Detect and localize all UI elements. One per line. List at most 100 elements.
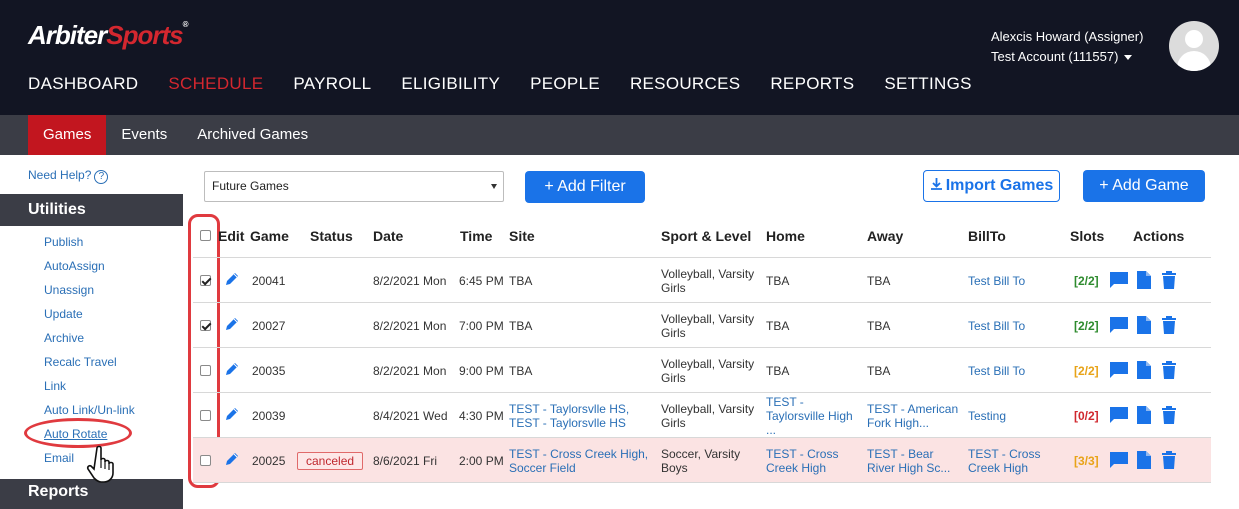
games-filter-select[interactable]: Future Games <box>204 171 504 202</box>
slots-count[interactable]: [2/2] <box>1074 319 1099 333</box>
archive-link[interactable]: Archive <box>44 330 135 354</box>
col-site[interactable]: Site <box>509 228 535 244</box>
comment-icon[interactable] <box>1108 360 1130 385</box>
nav-settings[interactable]: SETTINGS <box>884 74 971 94</box>
col-time[interactable]: Time <box>460 228 492 244</box>
sub-nav: Games Events Archived Games <box>0 115 1239 155</box>
billto-link[interactable]: Test Bill To <box>968 319 1025 333</box>
hand-cursor-icon <box>86 445 114 483</box>
row-checkbox[interactable] <box>200 275 211 286</box>
col-edit: Edit <box>218 228 245 244</box>
game-time: 7:00 PM <box>459 319 504 333</box>
comment-icon[interactable] <box>1108 270 1130 295</box>
edit-pencil-icon[interactable] <box>224 271 240 292</box>
avatar[interactable] <box>1169 21 1219 71</box>
col-slots[interactable]: Slots <box>1070 228 1104 244</box>
col-actions: Actions <box>1133 228 1185 244</box>
help-icon[interactable]: ? <box>94 170 109 184</box>
document-icon[interactable] <box>1136 315 1152 340</box>
document-icon[interactable] <box>1136 405 1152 430</box>
tab-archived-games[interactable]: Archived Games <box>182 115 323 155</box>
billto-link[interactable]: Test Bill To <box>968 274 1025 288</box>
recalc-travel-link[interactable]: Recalc Travel <box>44 354 135 378</box>
billto-link[interactable]: Testing <box>968 409 1006 423</box>
nav-reports[interactable]: REPORTS <box>770 74 854 94</box>
caret-down-icon[interactable] <box>1124 55 1133 61</box>
game-number: 20039 <box>252 409 286 423</box>
arbiter-logo[interactable]: ArbiterSports® <box>28 20 188 51</box>
comment-icon[interactable] <box>1108 450 1130 475</box>
trash-icon[interactable] <box>1161 315 1177 340</box>
col-sport-level[interactable]: Sport & Level <box>661 228 751 244</box>
need-help-link[interactable]: Need Help?? <box>28 168 109 184</box>
slots-count[interactable]: [2/2] <box>1074 274 1099 288</box>
col-game[interactable]: Game <box>250 228 289 244</box>
add-filter-button[interactable]: + Add Filter <box>525 171 645 203</box>
slots-count[interactable]: [3/3] <box>1074 454 1099 468</box>
edit-pencil-icon[interactable] <box>224 451 240 472</box>
tab-games[interactable]: Games <box>28 115 107 155</box>
link-link[interactable]: Link <box>44 378 135 402</box>
trash-icon[interactable] <box>1161 450 1177 475</box>
table-row: 20039 8/4/2021 Wed 4:30 PM TEST - Taylorsvl… <box>193 393 1211 438</box>
trash-icon[interactable] <box>1161 360 1177 385</box>
trash-icon[interactable] <box>1161 270 1177 295</box>
import-games-button[interactable]: Import Games <box>923 170 1060 202</box>
user-account: Test Account (111557) <box>991 49 1119 64</box>
update-link[interactable]: Update <box>44 306 135 330</box>
slots-count[interactable]: [0/2] <box>1074 409 1099 423</box>
edit-pencil-icon[interactable] <box>224 361 240 382</box>
edit-pencil-icon[interactable] <box>224 406 240 427</box>
publish-link[interactable]: Publish <box>44 234 135 258</box>
document-icon[interactable] <box>1136 270 1152 295</box>
game-site[interactable]: TEST - Taylorsvlle HS, TEST - Taylorsvlle… <box>509 402 629 430</box>
status-badge: canceled <box>297 452 364 470</box>
sport-level: Volleyball, Varsity Girls <box>661 267 755 295</box>
slots-count[interactable]: [2/2] <box>1074 364 1099 378</box>
nav-dashboard[interactable]: DASHBOARD <box>28 74 138 94</box>
game-time: 6:45 PM <box>459 274 504 288</box>
comment-icon[interactable] <box>1108 315 1130 340</box>
away-team: TBA <box>867 319 891 333</box>
row-checkbox[interactable] <box>200 365 211 376</box>
billto-link[interactable]: Test Bill To <box>968 364 1025 378</box>
row-checkbox[interactable] <box>200 455 211 466</box>
edit-pencil-icon[interactable] <box>224 316 240 337</box>
col-home[interactable]: Home <box>766 228 805 244</box>
sport-level: Volleyball, Varsity Girls <box>661 357 755 385</box>
home-team[interactable]: TEST - Taylorsville High... <box>766 395 853 437</box>
table-row: 20035 8/2/2021 Mon 9:00 PM TBA Volleyball, V… <box>193 348 1211 393</box>
sport-level: Soccer, Varsity Boys <box>661 447 741 475</box>
col-status[interactable]: Status <box>310 228 353 244</box>
col-billto[interactable]: BillTo <box>968 228 1006 244</box>
away-team[interactable]: TEST - American Fork High... <box>867 402 958 430</box>
billto-link[interactable]: TEST - Cross Creek High <box>968 447 1040 475</box>
game-number: 20041 <box>252 274 286 288</box>
user-menu[interactable]: Alexcis Howard (Assigner) Test Account (… <box>991 27 1143 67</box>
utilities-heading: Utilities <box>0 194 183 226</box>
away-team[interactable]: TEST - Bear River High Sc... <box>867 447 950 475</box>
document-icon[interactable] <box>1136 360 1152 385</box>
add-game-button[interactable]: + Add Game <box>1083 170 1205 202</box>
sport-level: Volleyball, Varsity Girls <box>661 402 755 430</box>
row-checkbox[interactable] <box>200 320 211 331</box>
tab-events[interactable]: Events <box>106 115 182 155</box>
nav-people[interactable]: PEOPLE <box>530 74 600 94</box>
document-icon[interactable] <box>1136 450 1152 475</box>
nav-eligibility[interactable]: ELIGIBILITY <box>401 74 500 94</box>
main-nav: DASHBOARD SCHEDULE PAYROLL ELIGIBILITY P… <box>28 74 1002 94</box>
comment-icon[interactable] <box>1108 405 1130 430</box>
nav-schedule[interactable]: SCHEDULE <box>168 74 263 94</box>
col-away[interactable]: Away <box>867 228 903 244</box>
select-all-checkbox[interactable] <box>200 230 211 241</box>
autoassign-link[interactable]: AutoAssign <box>44 258 135 282</box>
col-date[interactable]: Date <box>373 228 403 244</box>
game-site[interactable]: TEST - Cross Creek High, Soccer Field <box>509 447 648 475</box>
nav-payroll[interactable]: PAYROLL <box>293 74 371 94</box>
home-team[interactable]: TEST - Cross Creek High <box>766 447 838 475</box>
trash-icon[interactable] <box>1161 405 1177 430</box>
row-checkbox[interactable] <box>200 410 211 421</box>
user-name: Alexcis Howard (Assigner) <box>991 29 1144 44</box>
unassign-link[interactable]: Unassign <box>44 282 135 306</box>
nav-resources[interactable]: RESOURCES <box>630 74 740 94</box>
